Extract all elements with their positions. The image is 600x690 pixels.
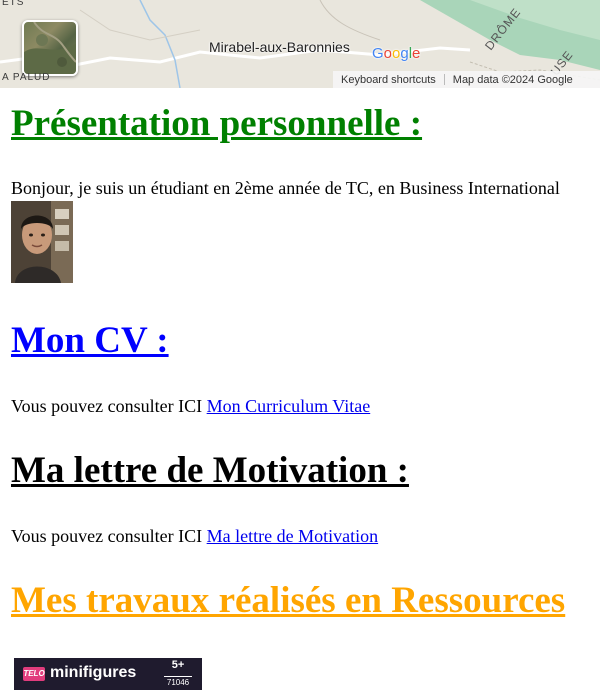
google-logo: Google (372, 45, 420, 62)
travaux-heading: Mes travaux réalisés en Ressources (11, 580, 566, 621)
project-thumbnail[interactable]: TELO minifigures 5+ 71046 (14, 658, 202, 690)
logo-letter: g (400, 45, 409, 62)
map-place-label-bottom: A PALUD (2, 72, 51, 83)
profile-photo (11, 201, 73, 283)
presentation-heading: Présentation personnelle : (11, 103, 423, 144)
lettre-link[interactable]: Ma lettre de Motivation (207, 526, 378, 546)
satellite-thumbnail-icon (24, 22, 76, 74)
age-label: 5+ (171, 659, 185, 671)
logo-letter: e (412, 45, 421, 62)
logo-letter: G (372, 45, 384, 62)
lettre-paragraph: Vous pouvez consulter ICI Ma lettre de M… (11, 526, 378, 547)
cv-paragraph: Vous pouvez consulter ICI Mon Curriculum… (11, 396, 370, 417)
keyboard-shortcuts-link[interactable]: Keyboard shortcuts (333, 74, 444, 86)
map-data-attribution[interactable]: Map data ©2024 Google (445, 74, 581, 86)
cv-heading: Mon CV : (11, 320, 169, 361)
lettre-lead-text: Vous pouvez consulter ICI (11, 526, 207, 546)
lettre-heading: Ma lettre de Motivation : (11, 450, 409, 491)
set-number: 71046 (164, 676, 192, 687)
thumbnail-title: minifigures (50, 664, 137, 681)
profile-photo-image (11, 201, 73, 283)
cv-lead-text: Vous pouvez consulter ICI (11, 396, 207, 416)
presentation-text: Bonjour, je suis un étudiant en 2ème ann… (11, 178, 560, 198)
map-town-label: Mirabel-aux-Baronnies (209, 39, 350, 55)
brand-badge: TELO (23, 667, 45, 681)
map-footer: Keyboard shortcuts Map data ©2024 Google (333, 71, 600, 88)
logo-letter: o (383, 45, 393, 62)
map-place-label-top: ETS (2, 0, 25, 8)
satellite-view-toggle[interactable] (22, 20, 78, 76)
embedded-map[interactable]: ETS A PALUD Mirabel-aux-Baronnies Google… (0, 0, 600, 88)
cv-link[interactable]: Mon Curriculum Vitae (207, 396, 371, 416)
